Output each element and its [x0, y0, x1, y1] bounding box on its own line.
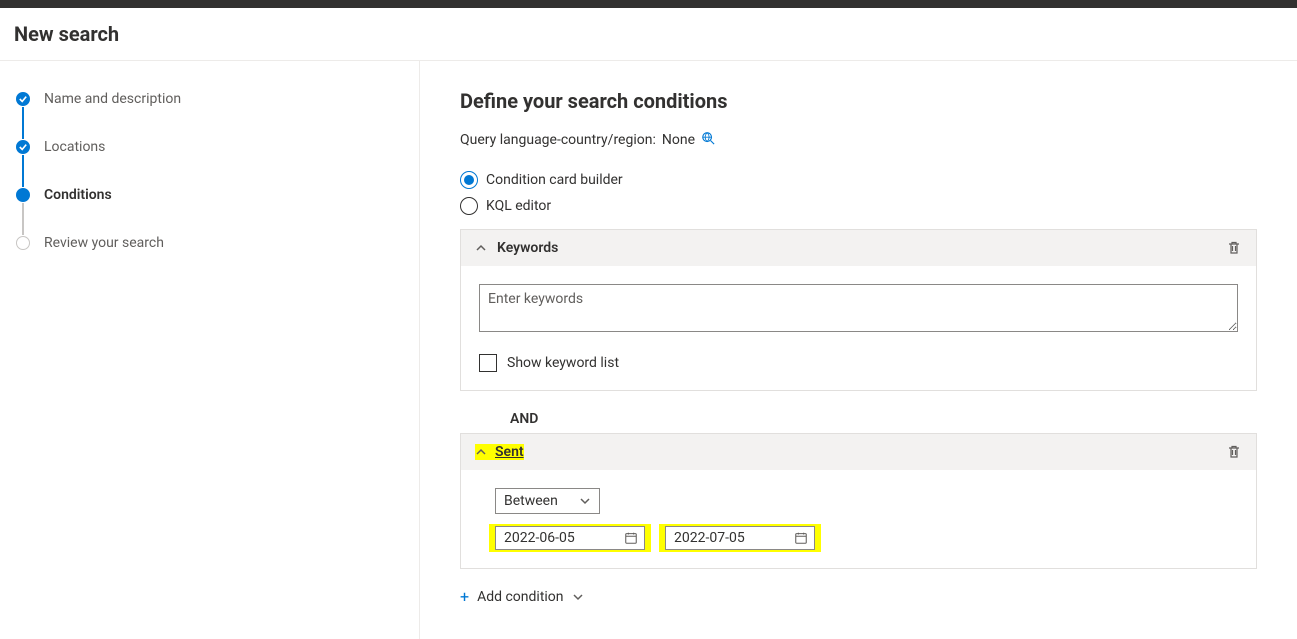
- keywords-card: Keywords Show keyword list: [460, 229, 1257, 391]
- page-header: New search: [0, 8, 1297, 61]
- and-separator: AND: [460, 405, 1257, 433]
- step-name-description[interactable]: Name and description: [16, 91, 403, 107]
- operator-select[interactable]: Between: [495, 488, 600, 514]
- step-conditions[interactable]: Conditions: [16, 187, 403, 203]
- date-to-input[interactable]: 2022-07-05: [665, 526, 815, 550]
- current-step-icon: [16, 188, 30, 202]
- builder-mode-radio-group: Condition card builder KQL editor: [460, 167, 1257, 219]
- keywords-input[interactable]: [479, 284, 1238, 332]
- radio-label: Condition card builder: [486, 172, 623, 188]
- chevron-up-icon: [475, 446, 487, 458]
- step-review[interactable]: Review your search: [16, 235, 403, 251]
- step-connector: [22, 155, 24, 187]
- keywords-card-header[interactable]: Keywords: [461, 230, 1256, 266]
- date-to-highlight: 2022-07-05: [665, 526, 815, 550]
- date-from-highlight: 2022-06-05: [495, 526, 645, 550]
- card-title: Keywords: [497, 240, 558, 256]
- step-label: Locations: [44, 139, 105, 155]
- radio-selected-icon: [460, 171, 478, 189]
- chevron-down-icon: [579, 495, 591, 507]
- main-content: Define your search conditions Query lang…: [420, 61, 1297, 639]
- pending-step-icon: [16, 236, 30, 250]
- step-label: Conditions: [44, 187, 112, 203]
- check-icon: [16, 92, 30, 106]
- checkbox-unchecked-icon: [479, 354, 497, 372]
- query-language-label: Query language-country/region:: [460, 132, 656, 148]
- card-title: Sent: [495, 444, 524, 460]
- trash-icon[interactable]: [1226, 444, 1242, 460]
- check-icon: [16, 140, 30, 154]
- calendar-icon: [624, 531, 638, 545]
- add-condition-label: Add condition: [477, 589, 563, 605]
- add-condition-button[interactable]: + Add condition: [460, 583, 1257, 611]
- query-language-row: Query language-country/region: None: [460, 131, 1257, 149]
- trash-icon[interactable]: [1226, 240, 1242, 256]
- radio-condition-card-builder[interactable]: Condition card builder: [460, 167, 1257, 193]
- checkbox-label: Show keyword list: [507, 355, 619, 371]
- step-connector: [22, 107, 24, 139]
- plus-icon: +: [460, 589, 469, 605]
- step-label: Review your search: [44, 235, 164, 251]
- select-value: Between: [504, 493, 558, 509]
- chevron-down-icon: [572, 591, 584, 603]
- sent-card: Sent Between 202: [460, 433, 1257, 569]
- date-value: 2022-06-05: [504, 530, 575, 546]
- page-title: New search: [14, 22, 1281, 46]
- radio-unselected-icon: [460, 197, 478, 215]
- section-title: Define your search conditions: [460, 89, 1257, 113]
- sent-card-header[interactable]: Sent: [461, 434, 1256, 470]
- radio-kql-editor[interactable]: KQL editor: [460, 193, 1257, 219]
- calendar-icon: [794, 531, 808, 545]
- show-keyword-list-checkbox[interactable]: Show keyword list: [479, 354, 1238, 372]
- window-top-bar: [0, 0, 1297, 8]
- step-connector: [22, 203, 24, 235]
- step-label: Name and description: [44, 91, 181, 107]
- date-from-input[interactable]: 2022-06-05: [495, 526, 645, 550]
- globe-edit-icon[interactable]: [701, 131, 715, 149]
- query-language-value: None: [662, 132, 695, 148]
- date-value: 2022-07-05: [674, 530, 745, 546]
- step-locations[interactable]: Locations: [16, 139, 403, 155]
- radio-label: KQL editor: [486, 198, 551, 214]
- wizard-steps-sidebar: Name and description Locations Condition…: [0, 61, 420, 639]
- chevron-up-icon: [475, 242, 487, 254]
